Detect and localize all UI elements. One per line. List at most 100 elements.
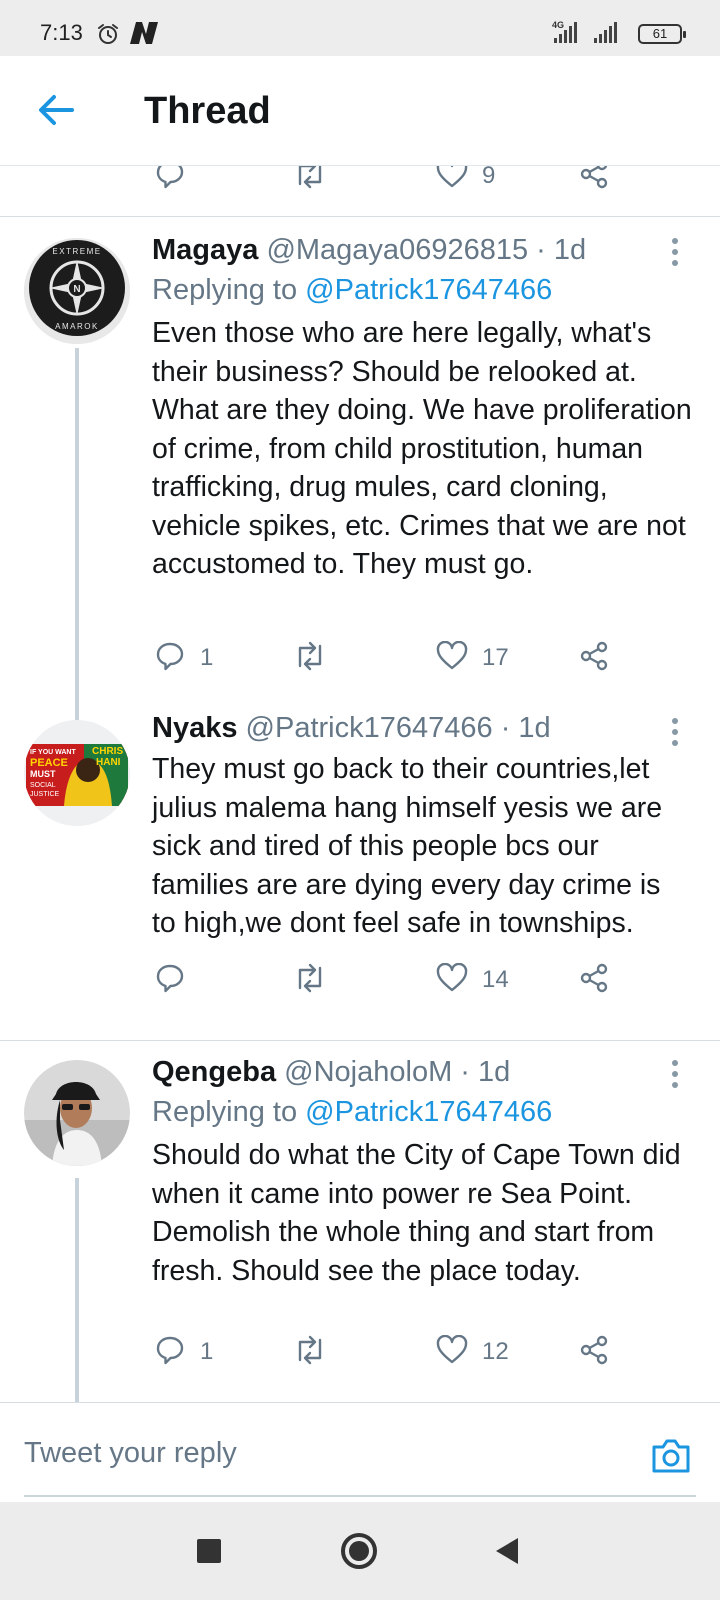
replying-to: Replying to @Patrick17647466 <box>152 274 552 307</box>
svg-text:JUSTICE: JUSTICE <box>30 791 60 798</box>
avatar[interactable] <box>24 1060 130 1166</box>
tweet-actions: 14 <box>0 956 720 1004</box>
thread-feed[interactable]: 9 N EXTREME AMAROK Magaya @Magaya0692681… <box>0 166 720 1402</box>
replying-to: Replying to @Patrick17647466 <box>152 1096 552 1129</box>
tweet-item[interactable]: IF YOU WANT PEACE MUST SOCIAL JUSTICE CH… <box>0 712 720 1046</box>
like-count: 12 <box>482 1338 509 1365</box>
share-icon <box>578 166 610 195</box>
like-count: 17 <box>482 644 509 671</box>
heart-icon <box>436 962 468 998</box>
tweet-actions: 1 12 <box>0 1328 720 1376</box>
tweet-text: Even those who are here legally, what's … <box>152 317 692 580</box>
reply-count: 1 <box>200 1338 214 1365</box>
signal-icon <box>548 22 580 49</box>
svg-text:HANI: HANI <box>96 757 121 768</box>
display-name[interactable]: Nyaks <box>152 712 237 744</box>
retweet-icon <box>292 1334 328 1371</box>
svg-text:AMAROK: AMAROK <box>55 322 99 331</box>
avatar[interactable]: N EXTREME AMAROK <box>24 238 130 344</box>
reply-button[interactable] <box>154 166 186 200</box>
like-button[interactable]: 12 <box>436 1328 509 1376</box>
retweet-icon <box>292 640 328 677</box>
back-arrow-icon[interactable] <box>36 90 76 135</box>
system-nav-bar <box>0 1502 720 1600</box>
avatar-poster-text: IF YOU WANT <box>30 749 76 756</box>
retweet-button[interactable] <box>292 634 328 682</box>
tweet-time: · 1d <box>500 712 551 744</box>
reply-button[interactable] <box>154 956 186 1004</box>
home-circle-icon[interactable] <box>340 1532 378 1575</box>
thread-header: Thread <box>0 56 720 166</box>
tweet-meta: Qengeba @NojaholoM · 1d <box>152 1056 510 1089</box>
n-app-icon <box>128 20 160 51</box>
retweet-icon <box>292 962 328 999</box>
tweet-item[interactable]: Qengeba @NojaholoM · 1d Replying to @Pat… <box>0 1040 720 1402</box>
share-icon <box>578 962 610 999</box>
tweet-text: Should do what the City of Cape Town did… <box>152 1139 681 1287</box>
status-time: 7:13 <box>40 20 83 45</box>
like-button[interactable]: 9 <box>436 166 495 200</box>
replying-prefix: Replying to <box>152 274 298 306</box>
share-button[interactable] <box>578 166 610 200</box>
reply-button[interactable]: 1 <box>154 634 213 682</box>
heart-icon <box>436 166 468 194</box>
like-button[interactable]: 14 <box>436 956 509 1004</box>
retweet-button[interactable] <box>292 166 328 200</box>
share-button[interactable] <box>578 956 610 1004</box>
input-underline <box>24 1495 696 1497</box>
retweet-icon <box>292 166 328 195</box>
signal-icon-2 <box>592 22 624 49</box>
reply-icon <box>154 640 186 677</box>
svg-text:MUST: MUST <box>30 769 56 779</box>
reply-count: 1 <box>200 644 214 671</box>
back-triangle-icon[interactable] <box>494 1536 520 1571</box>
svg-text:PEACE: PEACE <box>30 757 68 769</box>
display-name[interactable]: Qengeba <box>152 1056 276 1088</box>
tweet-meta: Magaya @Magaya06926815 · 1d <box>152 234 586 267</box>
reply-icon <box>154 166 186 195</box>
like-count: 14 <box>482 966 509 993</box>
heart-icon <box>436 1334 468 1370</box>
share-icon <box>578 1334 610 1371</box>
tweet-meta: Nyaks @Patrick17647466 · 1d <box>152 712 551 745</box>
page-title: Thread <box>144 90 271 132</box>
heart-icon <box>436 640 468 676</box>
reply-icon <box>154 962 186 999</box>
retweet-button[interactable] <box>292 1328 328 1376</box>
display-name[interactable]: Magaya <box>152 234 258 266</box>
tweet-item[interactable]: N EXTREME AMAROK Magaya @Magaya06926815 … <box>0 216 720 776</box>
tweet-actions: 1 17 <box>0 634 720 682</box>
user-handle[interactable]: @Patrick17647466 <box>246 712 493 744</box>
like-button[interactable]: 17 <box>436 634 509 682</box>
reply-compose-bar: Tweet your reply <box>0 1402 720 1502</box>
user-handle[interactable]: @Magaya06926815 <box>266 234 528 266</box>
status-bar: 7:13 4G 61 <box>0 0 720 56</box>
replying-handle[interactable]: @Patrick17647466 <box>305 274 552 306</box>
svg-text:SOCIAL: SOCIAL <box>30 782 56 789</box>
recents-square-icon[interactable] <box>196 1538 222 1569</box>
tweet-actions-partial: 9 <box>0 166 720 200</box>
like-count: 9 <box>482 166 496 189</box>
avatar[interactable]: IF YOU WANT PEACE MUST SOCIAL JUSTICE CH… <box>24 720 130 826</box>
reply-input[interactable]: Tweet your reply <box>24 1437 237 1470</box>
share-button[interactable] <box>578 1328 610 1376</box>
replying-prefix: Replying to <box>152 1096 298 1128</box>
tweet-time: · 1d <box>460 1056 511 1088</box>
battery-icon: 61 <box>638 24 686 44</box>
replying-handle[interactable]: @Patrick17647466 <box>305 1096 552 1128</box>
svg-text:N: N <box>73 284 80 295</box>
tweet-time: · 1d <box>536 234 587 266</box>
user-handle[interactable]: @NojaholoM <box>284 1056 452 1088</box>
more-options-icon[interactable] <box>672 238 680 271</box>
share-button[interactable] <box>578 634 610 682</box>
reply-button[interactable]: 1 <box>154 1328 213 1376</box>
tweet-text: They must go back to their countries,let… <box>152 753 663 939</box>
reply-icon <box>154 1334 186 1371</box>
svg-text:CHRIS: CHRIS <box>92 746 123 757</box>
more-options-icon[interactable] <box>672 1060 680 1093</box>
retweet-button[interactable] <box>292 956 328 1004</box>
more-options-icon[interactable] <box>672 718 680 751</box>
camera-icon[interactable] <box>650 1437 692 1480</box>
alarm-icon <box>96 22 120 51</box>
share-icon <box>578 640 610 677</box>
